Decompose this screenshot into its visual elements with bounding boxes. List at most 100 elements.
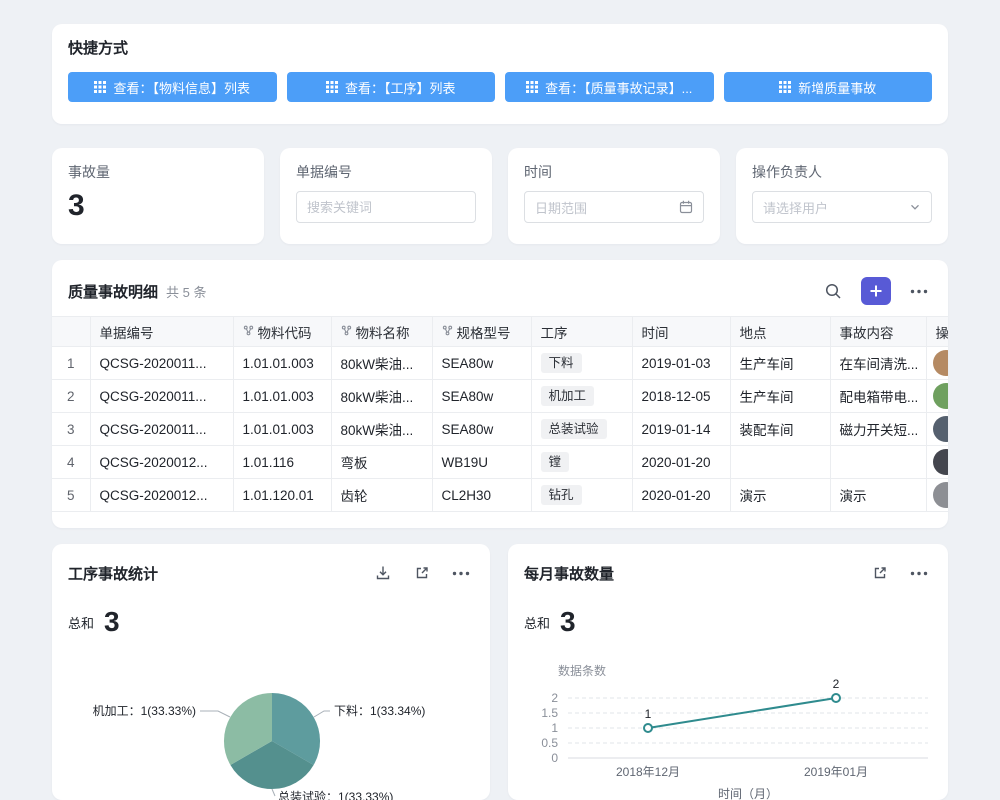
- filter-label: 时间: [524, 163, 704, 181]
- point-value-label: 2: [833, 677, 840, 691]
- process-tag: 镗: [541, 452, 570, 472]
- line-point[interactable]: [644, 724, 652, 732]
- column-header-label: 物料名称: [356, 326, 410, 341]
- column-header-label: 操作负责人: [936, 326, 949, 341]
- cell-process: 总装试验: [531, 413, 632, 446]
- total-value: 3: [560, 607, 576, 637]
- column-header[interactable]: 事故内容: [830, 317, 926, 347]
- external-link-icon[interactable]: [409, 560, 435, 586]
- row-index: 3: [52, 413, 90, 446]
- column-header-label: 物料代码: [258, 326, 312, 341]
- table-record-count: 共 5 条: [166, 282, 206, 301]
- column-header[interactable]: 单据编号: [90, 317, 233, 347]
- filter-card-operator: 操作负责人 请选择用户: [736, 148, 948, 244]
- column-header[interactable]: 时间: [632, 317, 730, 347]
- table-row[interactable]: 1 QCSG-2020011... 1.01.01.003 80kW柴油... …: [52, 347, 948, 380]
- x-tick-label: 2019年01月: [804, 765, 868, 779]
- accident-table-head-row: 单据编号 物料代码 物料名称 规格型号 工序时间 地点事故内容操作负责人: [52, 317, 948, 347]
- y-tick-label: 0.5: [541, 736, 558, 750]
- cell-doc-number: QCSG-2020012...: [90, 479, 233, 512]
- table-row[interactable]: 4 QCSG-2020012... 1.01.116 弯板 WB19U 镗 20…: [52, 446, 948, 479]
- cell-time: 2018-12-05: [632, 380, 730, 413]
- avatar: [933, 416, 949, 442]
- grid-icon: [94, 81, 106, 93]
- column-header-index: [52, 317, 90, 347]
- column-header-label: 规格型号: [457, 326, 511, 341]
- table-row[interactable]: 5 QCSG-2020012... 1.01.120.01 齿轮 CL2H30 …: [52, 479, 948, 512]
- column-header[interactable]: 物料代码: [233, 317, 331, 347]
- cell-time: 2019-01-03: [632, 347, 730, 380]
- monthly-line-chart: 数据条数00.511.5212018年12月22019年01月时间（月）: [508, 640, 948, 800]
- cell-material-name: 80kW柴油...: [331, 380, 432, 413]
- shortcut-button[interactable]: 查看：【工序】列表: [287, 72, 496, 102]
- search-icon[interactable]: [820, 278, 846, 304]
- cell-content: [830, 446, 926, 479]
- cell-operator: [926, 446, 948, 479]
- doc-number-search-input[interactable]: [296, 191, 476, 223]
- table-row[interactable]: 3 QCSG-2020011... 1.01.01.003 80kW柴油... …: [52, 413, 948, 446]
- cell-place: 演示: [730, 479, 830, 512]
- shortcuts-title: 快捷方式: [68, 39, 932, 59]
- accident-table-card: 质量事故明细 共 5 条: [52, 260, 948, 528]
- avatar: [933, 449, 949, 475]
- more-icon[interactable]: [448, 560, 474, 586]
- shortcut-label: 查看：【物料信息】列表: [113, 78, 250, 97]
- cell-content: 演示: [830, 479, 926, 512]
- more-icon[interactable]: [906, 278, 932, 304]
- line-card-title: 每月事故数量: [524, 563, 614, 584]
- total-label: 总和: [68, 613, 94, 632]
- operator-select[interactable]: 请选择用户: [752, 191, 932, 223]
- y-tick-label: 1.5: [541, 706, 558, 720]
- line-point[interactable]: [832, 694, 840, 702]
- table-header-bar: 质量事故明细 共 5 条: [52, 276, 948, 306]
- column-header[interactable]: 地点: [730, 317, 830, 347]
- total-label: 总和: [524, 613, 550, 632]
- cell-doc-number: QCSG-2020011...: [90, 380, 233, 413]
- cell-process: 下料: [531, 347, 632, 380]
- shortcut-button[interactable]: 查看：【物料信息】列表: [68, 72, 277, 102]
- cell-place: 装配车间: [730, 413, 830, 446]
- cell-doc-number: QCSG-2020012...: [90, 446, 233, 479]
- column-header[interactable]: 规格型号: [432, 317, 531, 347]
- filter-label: 操作负责人: [752, 163, 932, 181]
- grid-icon: [779, 81, 791, 93]
- more-icon[interactable]: [906, 560, 932, 586]
- cell-doc-number: QCSG-2020011...: [90, 347, 233, 380]
- total-value: 3: [104, 607, 120, 637]
- process-pie-chart: 机加工：1(33.33%)下料：1(33.34%)总装试验：1(33.33%): [52, 640, 490, 800]
- table-title: 质量事故明细: [68, 281, 158, 302]
- y-tick-label: 2: [551, 691, 558, 705]
- table-row[interactable]: 2 QCSG-2020011... 1.01.01.003 80kW柴油... …: [52, 380, 948, 413]
- column-header[interactable]: 物料名称: [331, 317, 432, 347]
- avatar: [933, 383, 949, 409]
- external-link-icon[interactable]: [867, 560, 893, 586]
- table-scroll-area[interactable]: 单据编号 物料代码 物料名称 规格型号 工序时间 地点事故内容操作负责人 1 QCSG-2…: [52, 316, 948, 512]
- column-header-label: 时间: [642, 326, 669, 341]
- cell-material-code: 1.01.01.003: [233, 413, 331, 446]
- add-record-button[interactable]: [861, 277, 891, 305]
- process-stats-card: 工序事故统计 总和 3 机加工：1(33: [52, 544, 490, 800]
- column-header[interactable]: 工序: [531, 317, 632, 347]
- shortcut-button[interactable]: 新增质量事故: [724, 72, 933, 102]
- cell-spec: CL2H30: [432, 479, 531, 512]
- date-range-input[interactable]: 日期范围: [524, 191, 704, 223]
- cell-material-code: 1.01.120.01: [233, 479, 331, 512]
- calendar-icon: [679, 200, 693, 214]
- shortcut-label: 查看：【质量事故记录】...: [545, 78, 692, 97]
- cell-time: 2020-01-20: [632, 446, 730, 479]
- cell-material-name: 80kW柴油...: [331, 413, 432, 446]
- export-icon[interactable]: [370, 560, 396, 586]
- column-header[interactable]: 操作负责人: [926, 317, 948, 347]
- cell-content: 磁力开关短...: [830, 413, 926, 446]
- pie-label: 总装试验：1(33.33%): [278, 789, 393, 800]
- cell-place: 生产车间: [730, 347, 830, 380]
- shortcuts-card: 快捷方式 查看：【物料信息】列表 查看：【工序】列表 查看：【质量事故记录】... 新…: [52, 24, 948, 124]
- cell-spec: WB19U: [432, 446, 531, 479]
- avatar: [933, 482, 949, 508]
- cell-content: 配电箱带电...: [830, 380, 926, 413]
- cell-place: 生产车间: [730, 380, 830, 413]
- shortcut-button[interactable]: 查看：【质量事故记录】...: [505, 72, 714, 102]
- cell-spec: SEA80w: [432, 347, 531, 380]
- point-value-label: 1: [645, 707, 652, 721]
- linked-field-icon: [243, 324, 254, 339]
